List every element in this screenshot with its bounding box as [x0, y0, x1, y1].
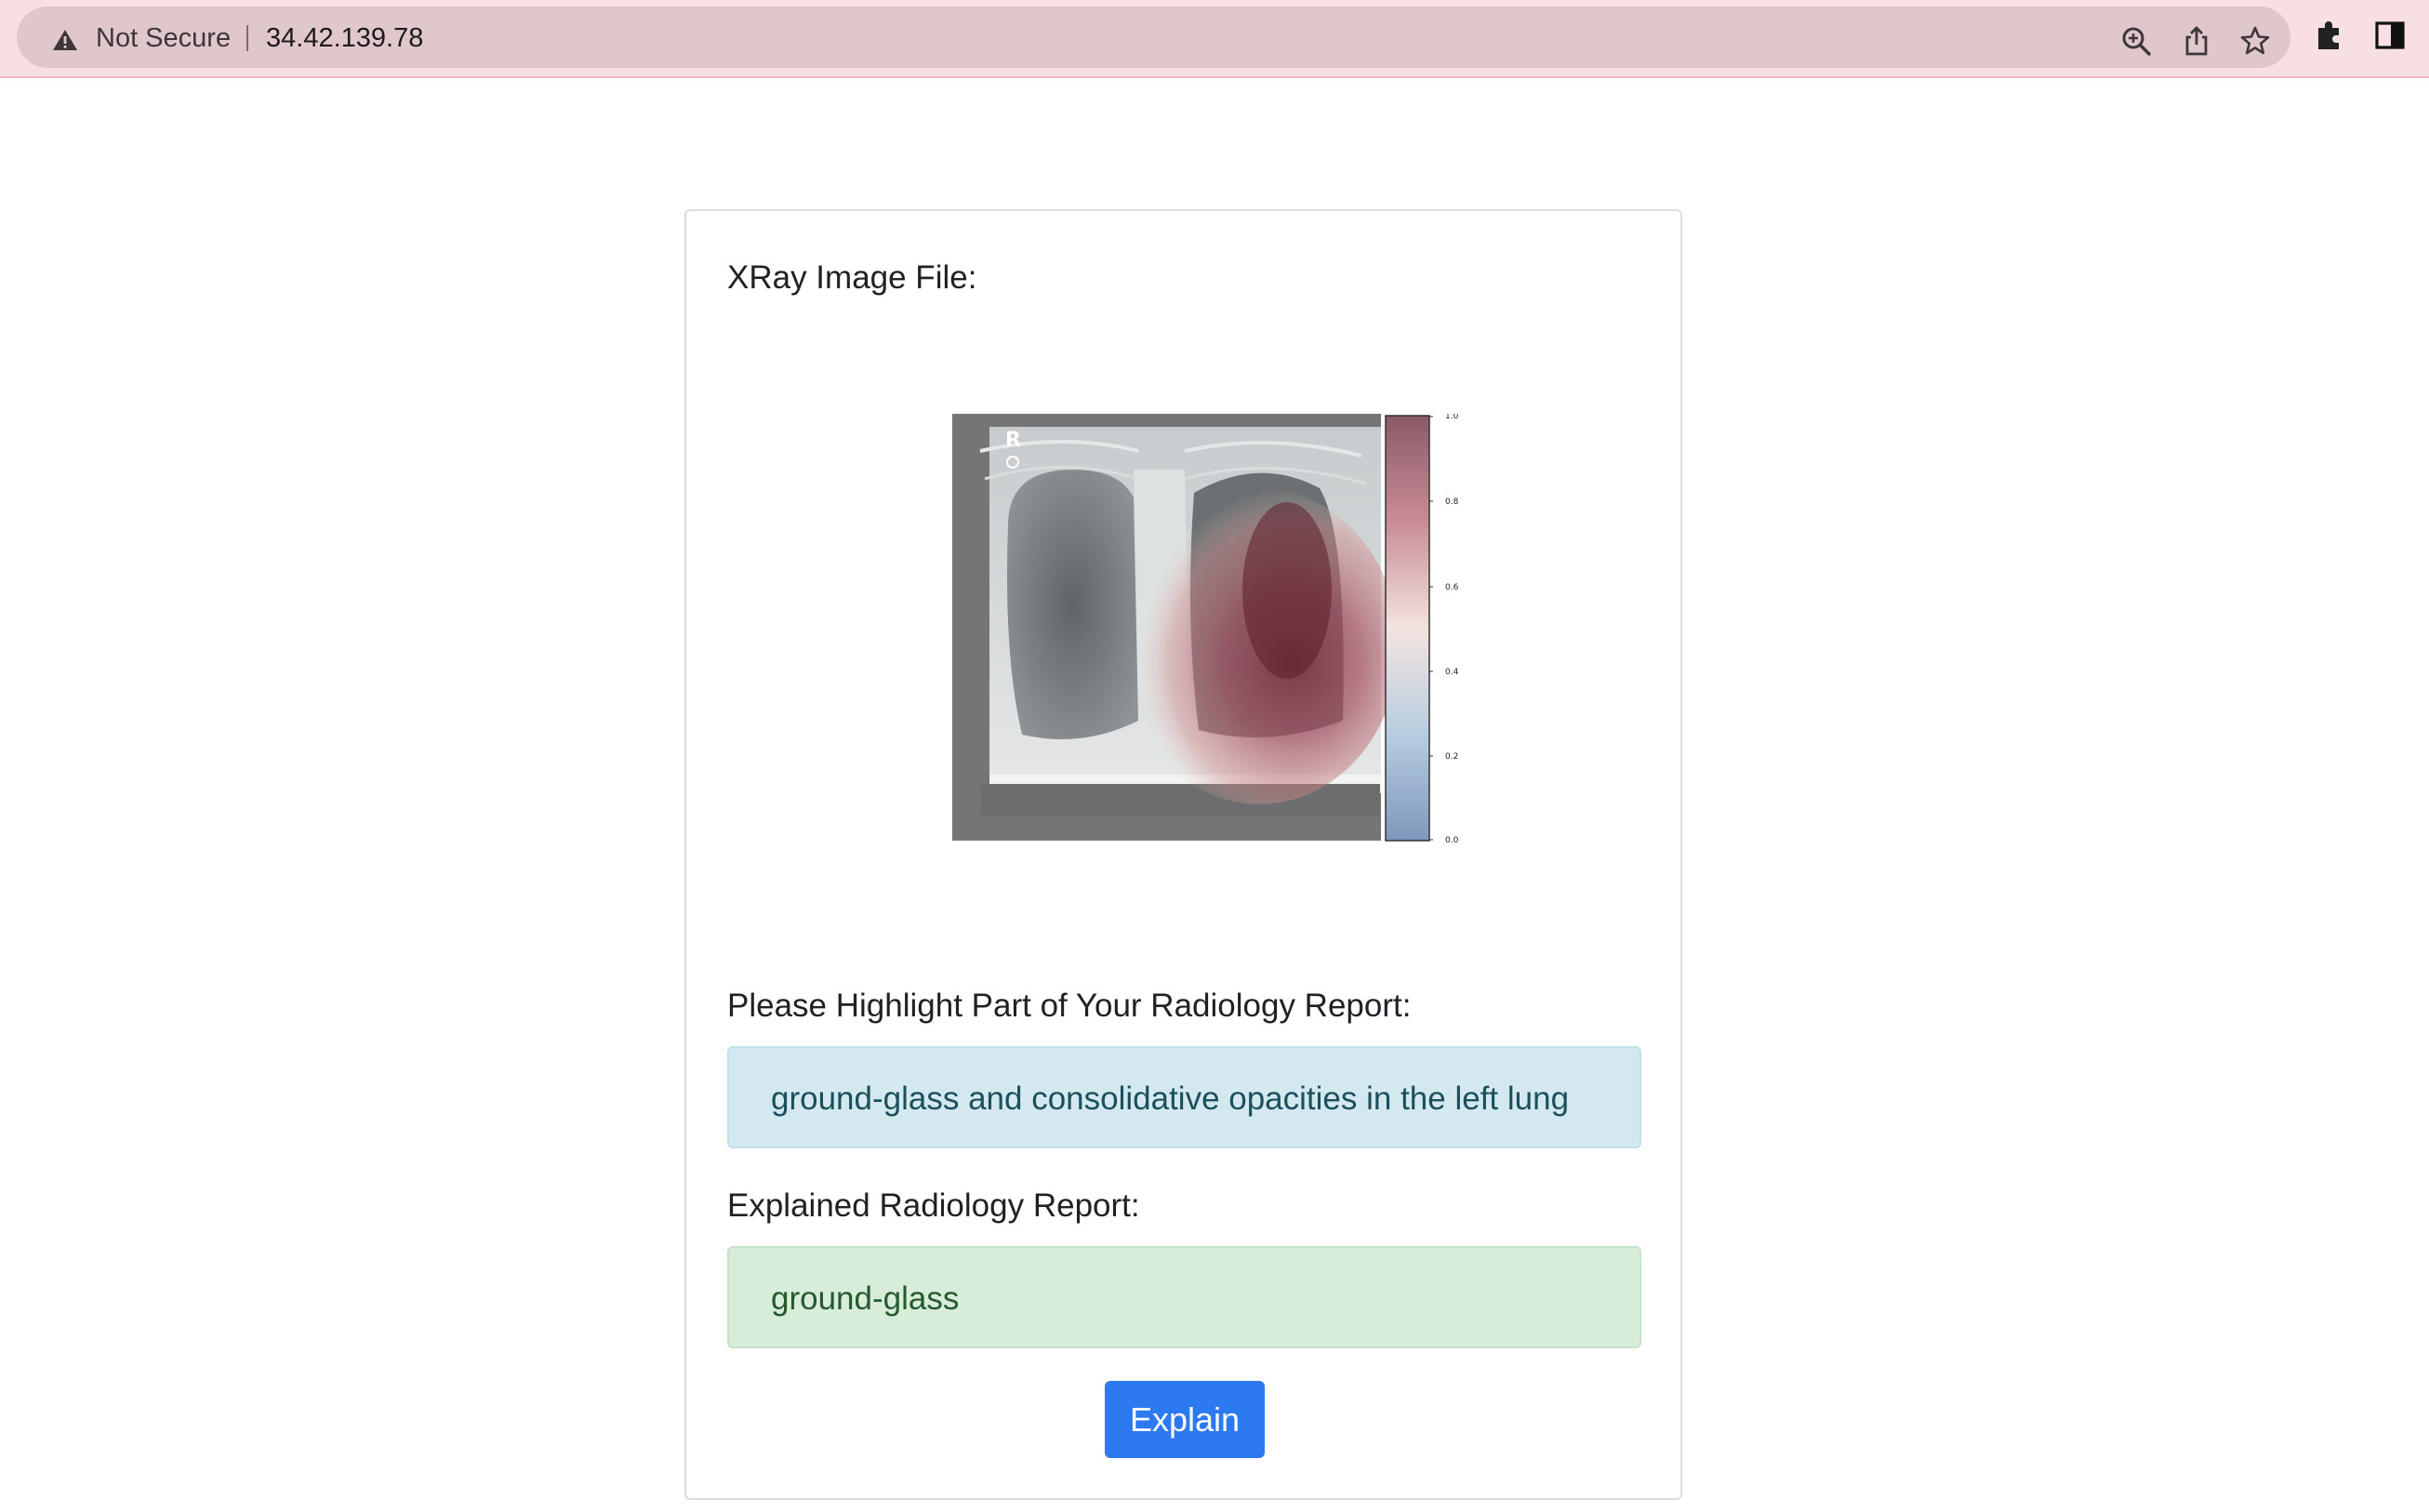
zoom-icon[interactable]	[2120, 25, 2152, 57]
colorbar-tick-0.8: 0.8	[1445, 497, 1459, 507]
report-card: XRay Image File: R 1.0 0.8 0.6 0.4 0.2 0…	[684, 209, 1682, 1500]
colorbar-tick-0.4: 0.4	[1445, 668, 1459, 677]
highlight-report-label: Please Highlight Part of Your Radiology …	[727, 988, 1412, 1024]
colorbar-tick-0.2: 0.2	[1445, 752, 1458, 762]
xray-image: R	[952, 414, 1399, 841]
colorbar-tick-1.0: 1.0	[1445, 414, 1459, 421]
security-status-text[interactable]: Not Secure	[96, 23, 231, 53]
address-bar[interactable]: Not Secure 34.42.139.78	[17, 7, 2290, 68]
browser-toolbar: Not Secure 34.42.139.78	[0, 0, 2429, 78]
share-icon[interactable]	[2181, 25, 2212, 57]
colorbar-tick-0.0: 0.0	[1445, 836, 1459, 845]
warning-icon[interactable]	[52, 29, 78, 51]
xray-marker-letter: R	[1005, 429, 1021, 452]
explained-report-label: Explained Radiology Report:	[727, 1187, 1140, 1224]
highlighted-report-text[interactable]: ground-glass and consolidative opacities…	[727, 1046, 1641, 1148]
bookmark-star-icon[interactable]	[2239, 25, 2271, 57]
xray-image-label: XRay Image File:	[727, 259, 977, 296]
xray-heatmap-figure: R 1.0 0.8 0.6 0.4 0.2 0.0	[952, 414, 1459, 845]
heatmap-colorbar: 1.0 0.8 0.6 0.4 0.2 0.0	[1385, 414, 1459, 845]
side-panel-icon[interactable]	[2373, 19, 2407, 52]
extensions-icon[interactable]	[2313, 19, 2346, 52]
colorbar-tick-0.6: 0.6	[1445, 583, 1459, 592]
url-text[interactable]: 34.42.139.78	[266, 23, 423, 53]
address-divider	[246, 25, 248, 51]
explain-button[interactable]: Explain	[1105, 1381, 1265, 1458]
explained-report-text: ground-glass	[727, 1246, 1641, 1348]
